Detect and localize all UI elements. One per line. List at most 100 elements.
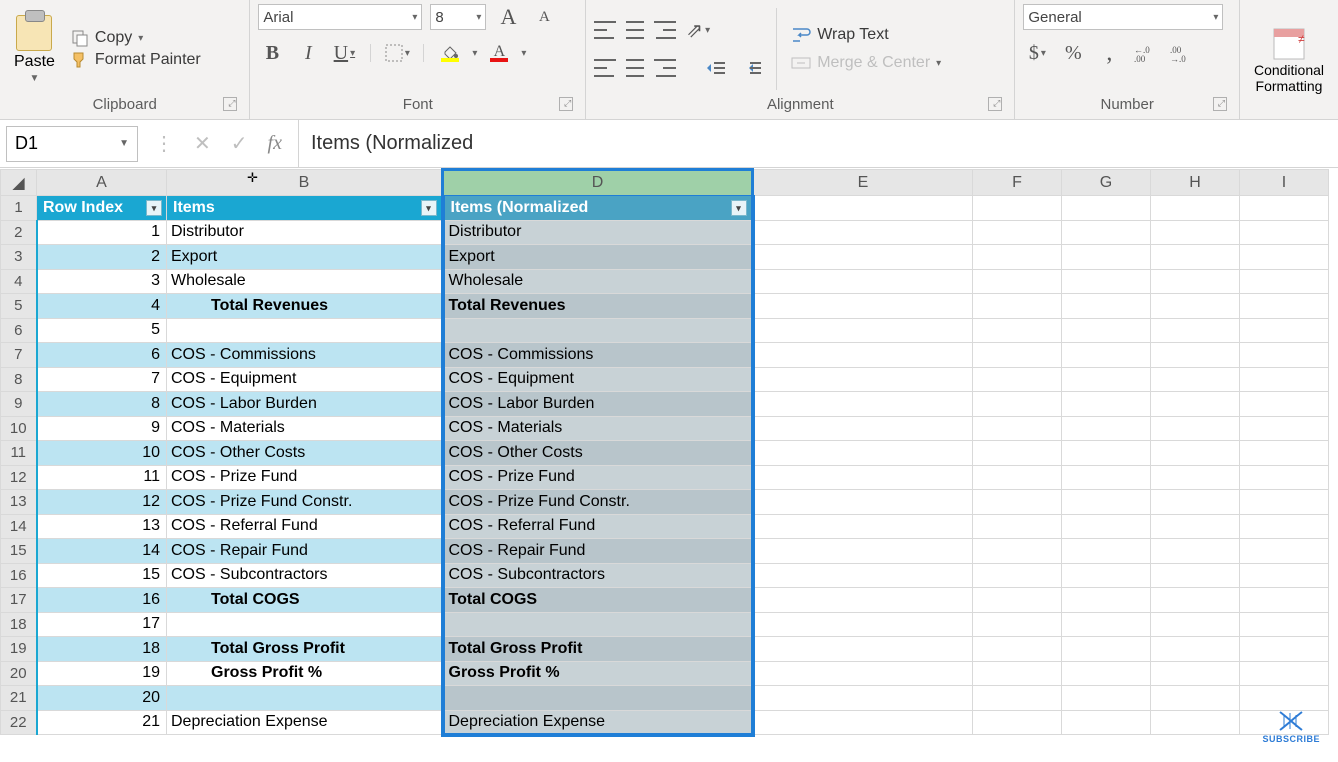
cell[interactable]: [1240, 514, 1329, 539]
decrease-indent-button[interactable]: [702, 55, 730, 81]
cell[interactable]: [753, 514, 973, 539]
cell[interactable]: 3: [37, 269, 167, 294]
cell[interactable]: [1062, 514, 1151, 539]
cell[interactable]: COS - Referral Fund: [167, 514, 443, 539]
fx-icon[interactable]: fx: [268, 132, 282, 155]
row-header[interactable]: 1: [1, 196, 37, 221]
row-header[interactable]: 17: [1, 588, 37, 613]
cell[interactable]: [1062, 294, 1151, 319]
accept-formula-button[interactable]: ✓: [231, 131, 248, 156]
row-header[interactable]: 12: [1, 465, 37, 490]
cell[interactable]: Total COGS: [167, 588, 443, 613]
table-header-cell[interactable]: Items▾: [167, 196, 443, 221]
cell[interactable]: [753, 392, 973, 417]
cell[interactable]: [973, 612, 1062, 637]
cell[interactable]: [973, 343, 1062, 368]
cell[interactable]: COS - Subcontractors: [443, 563, 753, 588]
cell[interactable]: [1151, 612, 1240, 637]
borders-button[interactable]: ▾: [383, 40, 411, 66]
copy-button[interactable]: Copy ▾: [67, 28, 205, 48]
dialog-launcher-icon[interactable]: ⤢: [988, 97, 1002, 111]
cell[interactable]: [1240, 637, 1329, 662]
font-name-combo[interactable]: Arial▾: [258, 4, 422, 30]
cell[interactable]: [1151, 686, 1240, 711]
cell[interactable]: [1240, 563, 1329, 588]
cell[interactable]: [973, 465, 1062, 490]
cell[interactable]: [753, 318, 973, 343]
row-header[interactable]: 7: [1, 343, 37, 368]
col-header-B[interactable]: B: [167, 170, 443, 196]
cell[interactable]: Export: [443, 245, 753, 270]
cell[interactable]: [1151, 563, 1240, 588]
cell[interactable]: [1151, 514, 1240, 539]
table-header-cell[interactable]: Row Index▾: [37, 196, 167, 221]
col-header-D[interactable]: ↓ D: [443, 170, 753, 196]
cell[interactable]: [1151, 416, 1240, 441]
cell[interactable]: Total Revenues: [443, 294, 753, 319]
cell[interactable]: [753, 245, 973, 270]
cell[interactable]: 10: [37, 441, 167, 466]
row-header[interactable]: 2: [1, 220, 37, 245]
cell[interactable]: Distributor: [443, 220, 753, 245]
filter-dropdown-icon[interactable]: ▾: [731, 200, 747, 216]
col-header-G[interactable]: G: [1062, 170, 1151, 196]
row-header[interactable]: 18: [1, 612, 37, 637]
align-right-button[interactable]: [654, 59, 676, 77]
underline-button[interactable]: U ▾: [330, 40, 358, 66]
cell[interactable]: [973, 392, 1062, 417]
cell[interactable]: [1240, 539, 1329, 564]
cell[interactable]: [1240, 196, 1329, 221]
cell[interactable]: [1062, 367, 1151, 392]
cell[interactable]: COS - Commissions: [167, 343, 443, 368]
cell[interactable]: [1062, 710, 1151, 735]
cell[interactable]: [973, 269, 1062, 294]
cell[interactable]: [1151, 245, 1240, 270]
cell[interactable]: COS - Prize Fund Constr.: [443, 490, 753, 515]
cell[interactable]: 6: [37, 343, 167, 368]
filter-dropdown-icon[interactable]: ▾: [146, 200, 162, 216]
cell[interactable]: [753, 416, 973, 441]
cell[interactable]: [1240, 661, 1329, 686]
row-header[interactable]: 21: [1, 686, 37, 711]
cell[interactable]: 17: [37, 612, 167, 637]
cell[interactable]: [1062, 318, 1151, 343]
cell[interactable]: [1062, 465, 1151, 490]
fill-color-dropdown[interactable]: ▾: [472, 48, 477, 59]
increase-decimal-button[interactable]: ←.0.00: [1131, 40, 1159, 66]
align-left-button[interactable]: [594, 59, 616, 77]
cell[interactable]: 12: [37, 490, 167, 515]
cell[interactable]: 21: [37, 710, 167, 735]
cell[interactable]: [1151, 343, 1240, 368]
filter-dropdown-icon[interactable]: ▾: [421, 200, 437, 216]
align-center-button[interactable]: [624, 59, 646, 77]
row-header[interactable]: 4: [1, 269, 37, 294]
number-format-combo[interactable]: General▾: [1023, 4, 1223, 30]
fill-color-button[interactable]: [436, 40, 464, 66]
cell[interactable]: [1151, 539, 1240, 564]
cell[interactable]: [1151, 588, 1240, 613]
conditional-formatting-button[interactable]: ≠ Conditional Formatting: [1248, 25, 1330, 96]
cell[interactable]: 18: [37, 637, 167, 662]
cell[interactable]: [973, 686, 1062, 711]
cell[interactable]: [973, 196, 1062, 221]
cell[interactable]: [973, 588, 1062, 613]
cell[interactable]: [753, 539, 973, 564]
cell[interactable]: Wholesale: [167, 269, 443, 294]
cell[interactable]: Wholesale: [443, 269, 753, 294]
cell[interactable]: Gross Profit %: [443, 661, 753, 686]
cell[interactable]: 11: [37, 465, 167, 490]
cell[interactable]: [753, 490, 973, 515]
cell[interactable]: [1240, 318, 1329, 343]
cell[interactable]: [753, 294, 973, 319]
cell[interactable]: COS - Prize Fund: [167, 465, 443, 490]
cell[interactable]: Depreciation Expense: [443, 710, 753, 735]
cell[interactable]: COS - Prize Fund: [443, 465, 753, 490]
cell[interactable]: [753, 686, 973, 711]
row-header[interactable]: 11: [1, 441, 37, 466]
bold-button[interactable]: B: [258, 40, 286, 66]
cell[interactable]: [1151, 367, 1240, 392]
cell[interactable]: [753, 220, 973, 245]
cell[interactable]: [443, 612, 753, 637]
cell[interactable]: 20: [37, 686, 167, 711]
italic-button[interactable]: I: [294, 40, 322, 66]
